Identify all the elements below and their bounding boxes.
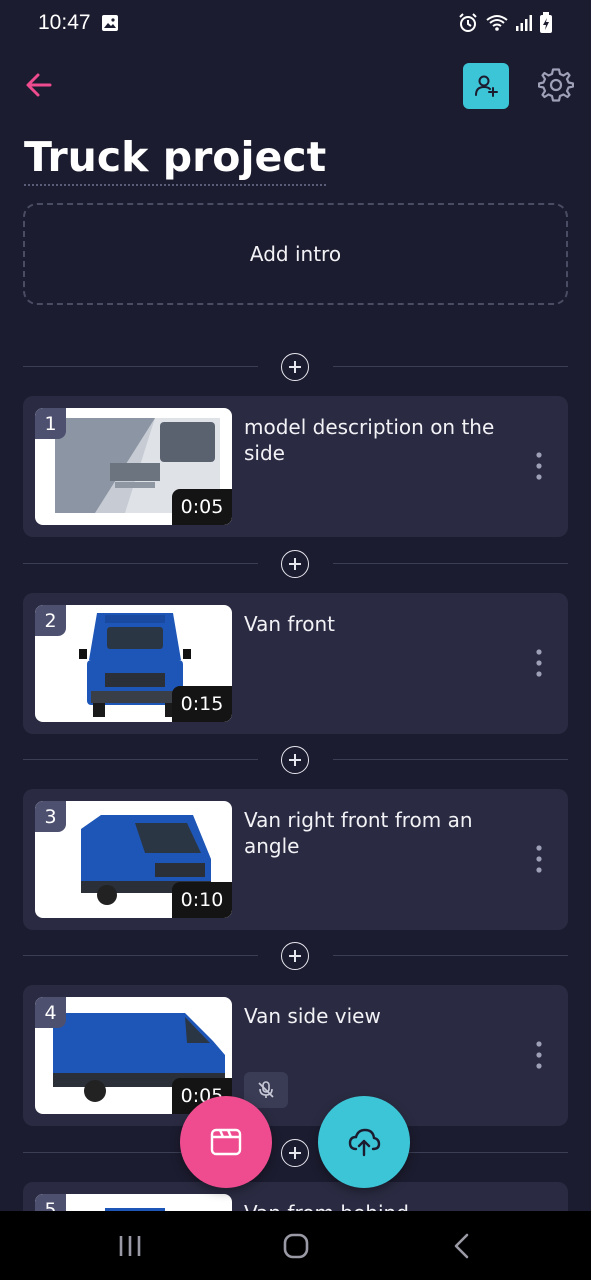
plus-icon: [289, 1147, 301, 1159]
recents-button[interactable]: [113, 1229, 147, 1263]
insert-clip-divider: [23, 352, 568, 382]
divider-line: [23, 759, 258, 760]
divider-line: [333, 563, 568, 564]
back-button[interactable]: [22, 68, 56, 102]
more-vertical-icon: [536, 1041, 542, 1069]
clip-title: Van right front from an angle: [244, 808, 473, 858]
clip-menu-button[interactable]: [530, 844, 548, 874]
system-back-button[interactable]: [446, 1229, 480, 1263]
status-time: 10:47: [38, 11, 91, 34]
microphone-off-icon: [258, 1081, 274, 1098]
divider-line: [23, 563, 258, 564]
plus-icon: [289, 558, 301, 570]
insert-clip-button[interactable]: [281, 550, 309, 578]
add-intro-label: Add intro: [249, 242, 342, 266]
clip-thumbnail[interactable]: 4 0:05: [35, 997, 232, 1114]
plus-icon: [289, 361, 301, 373]
clapperboard-icon: [210, 1128, 242, 1156]
clip-number: 4: [35, 997, 66, 1028]
clip-number: 2: [35, 605, 66, 636]
project-title[interactable]: Truck project: [24, 132, 327, 186]
insert-clip-button[interactable]: [281, 942, 309, 970]
insert-clip-button[interactable]: [281, 1139, 309, 1167]
upload-button[interactable]: [318, 1096, 410, 1188]
clip-duration: 0:10: [172, 882, 232, 918]
clip-title: model description on the side: [244, 415, 495, 465]
insert-clip-divider: [23, 941, 568, 971]
wifi-icon: [486, 15, 508, 31]
insert-clip-button[interactable]: [281, 746, 309, 774]
clip-duration: 0:05: [172, 489, 232, 525]
add-intro-button[interactable]: Add intro: [23, 203, 568, 305]
clip-card[interactable]: 1 0:05 model description on the side: [23, 396, 568, 537]
clip-number: 3: [35, 801, 66, 832]
clip-menu-button[interactable]: [530, 451, 548, 481]
arrow-left-icon: [26, 73, 52, 97]
plus-icon: [289, 950, 301, 962]
clip-title: Van side view: [244, 1004, 381, 1028]
divider-line: [23, 366, 258, 367]
signal-icon: [516, 15, 532, 31]
system-nav-bar: [0, 1211, 591, 1280]
clip-number: 1: [35, 408, 66, 439]
clip-card[interactable]: 4 0:05 Van side view: [23, 985, 568, 1126]
recents-icon: [119, 1236, 141, 1256]
divider-line: [333, 366, 568, 367]
clip-thumbnail[interactable]: 3 0:10: [35, 801, 232, 918]
back-chevron-icon: [454, 1233, 469, 1259]
clip-thumbnail[interactable]: 2 0:15: [35, 605, 232, 722]
clip-card[interactable]: 2 0:15 Van front: [23, 593, 568, 734]
clip-thumbnail[interactable]: 1 0:05: [35, 408, 232, 525]
clip-duration: 0:15: [172, 686, 232, 722]
more-vertical-icon: [536, 452, 542, 480]
insert-clip-button[interactable]: [281, 353, 309, 381]
insert-clip-divider: [23, 745, 568, 775]
insert-clip-divider: [23, 1138, 568, 1168]
add-user-icon: [475, 75, 498, 97]
plus-icon: [289, 754, 301, 766]
cloud-upload-icon: [348, 1128, 381, 1157]
clip-menu-button[interactable]: [530, 648, 548, 678]
gallery-icon: [101, 15, 118, 31]
home-icon: [283, 1233, 309, 1259]
insert-clip-divider: [23, 549, 568, 579]
divider-line: [333, 955, 568, 956]
add-collaborator-button[interactable]: [463, 63, 509, 109]
status-bar: 10:47: [0, 0, 591, 46]
battery-icon: [540, 12, 552, 33]
home-button[interactable]: [279, 1229, 313, 1263]
alarm-icon: [459, 13, 477, 32]
clip-menu-button[interactable]: [530, 1040, 548, 1070]
divider-line: [23, 955, 258, 956]
clip-card[interactable]: 3 0:10 Van right front from an angle: [23, 789, 568, 930]
more-vertical-icon: [536, 649, 542, 677]
divider-line: [333, 759, 568, 760]
toolbar: [0, 60, 591, 112]
record-clip-button[interactable]: [180, 1096, 272, 1188]
more-vertical-icon: [536, 845, 542, 873]
settings-button[interactable]: [537, 67, 575, 103]
clip-title: Van front: [244, 612, 335, 636]
gear-icon: [537, 68, 575, 102]
